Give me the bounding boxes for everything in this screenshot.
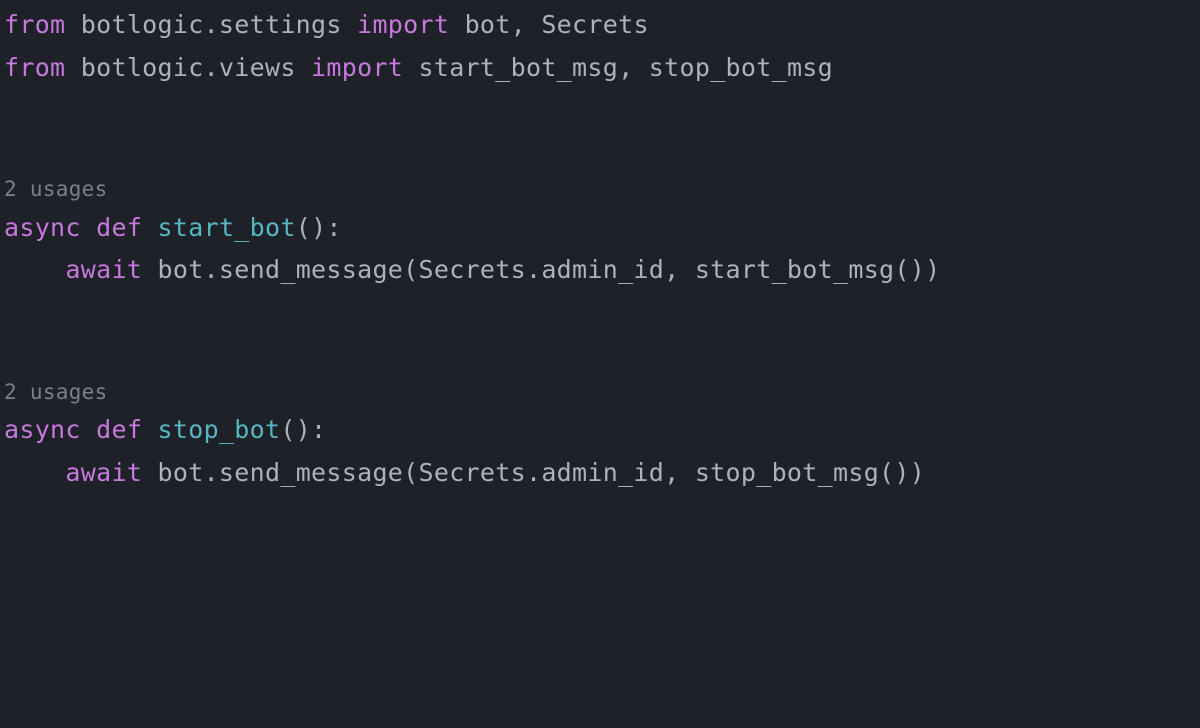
blank-line [4, 131, 1196, 173]
indent [4, 458, 65, 487]
keyword-async: async [4, 213, 81, 242]
usage-hint-1[interactable]: 2 usages [4, 173, 1196, 207]
signature: (): [296, 213, 342, 242]
import-line-2[interactable]: from botlogic.views import start_bot_msg… [4, 47, 1196, 90]
function-name-stop-bot: stop_bot [158, 415, 281, 444]
keyword-def: def [96, 415, 142, 444]
body-stop-bot[interactable]: await bot.send_message(Secrets.admin_id,… [4, 452, 1196, 495]
space [142, 415, 157, 444]
indent [4, 255, 65, 284]
space [403, 53, 418, 82]
space [142, 255, 157, 284]
import-line-1[interactable]: from botlogic.settings import bot, Secre… [4, 4, 1196, 47]
def-stop-bot[interactable]: async def stop_bot(): [4, 409, 1196, 452]
import-names: bot, Secrets [465, 10, 649, 39]
body-start-bot[interactable]: await bot.send_message(Secrets.admin_id,… [4, 249, 1196, 292]
usage-hint-2[interactable]: 2 usages [4, 376, 1196, 410]
keyword-await: await [65, 458, 142, 487]
call-expression: bot.send_message(Secrets.admin_id, stop_… [158, 458, 926, 487]
space [65, 53, 80, 82]
module-name: botlogic.views [81, 53, 296, 82]
keyword-def: def [96, 213, 142, 242]
space [296, 53, 311, 82]
space [142, 213, 157, 242]
space [81, 213, 96, 242]
def-start-bot[interactable]: async def start_bot(): [4, 207, 1196, 250]
keyword-await: await [65, 255, 142, 284]
call-expression: bot.send_message(Secrets.admin_id, start… [158, 255, 941, 284]
module-name: botlogic.settings [81, 10, 342, 39]
keyword-import: import [357, 10, 449, 39]
keyword-async: async [4, 415, 81, 444]
space [449, 10, 464, 39]
signature: (): [280, 415, 326, 444]
import-names: start_bot_msg, stop_bot_msg [419, 53, 833, 82]
blank-line [4, 89, 1196, 131]
function-name-start-bot: start_bot [158, 213, 296, 242]
keyword-from: from [4, 53, 65, 82]
space [342, 10, 357, 39]
keyword-import: import [311, 53, 403, 82]
space [142, 458, 157, 487]
space [65, 10, 80, 39]
space [81, 415, 96, 444]
blank-line [4, 292, 1196, 334]
keyword-from: from [4, 10, 65, 39]
blank-line [4, 334, 1196, 376]
